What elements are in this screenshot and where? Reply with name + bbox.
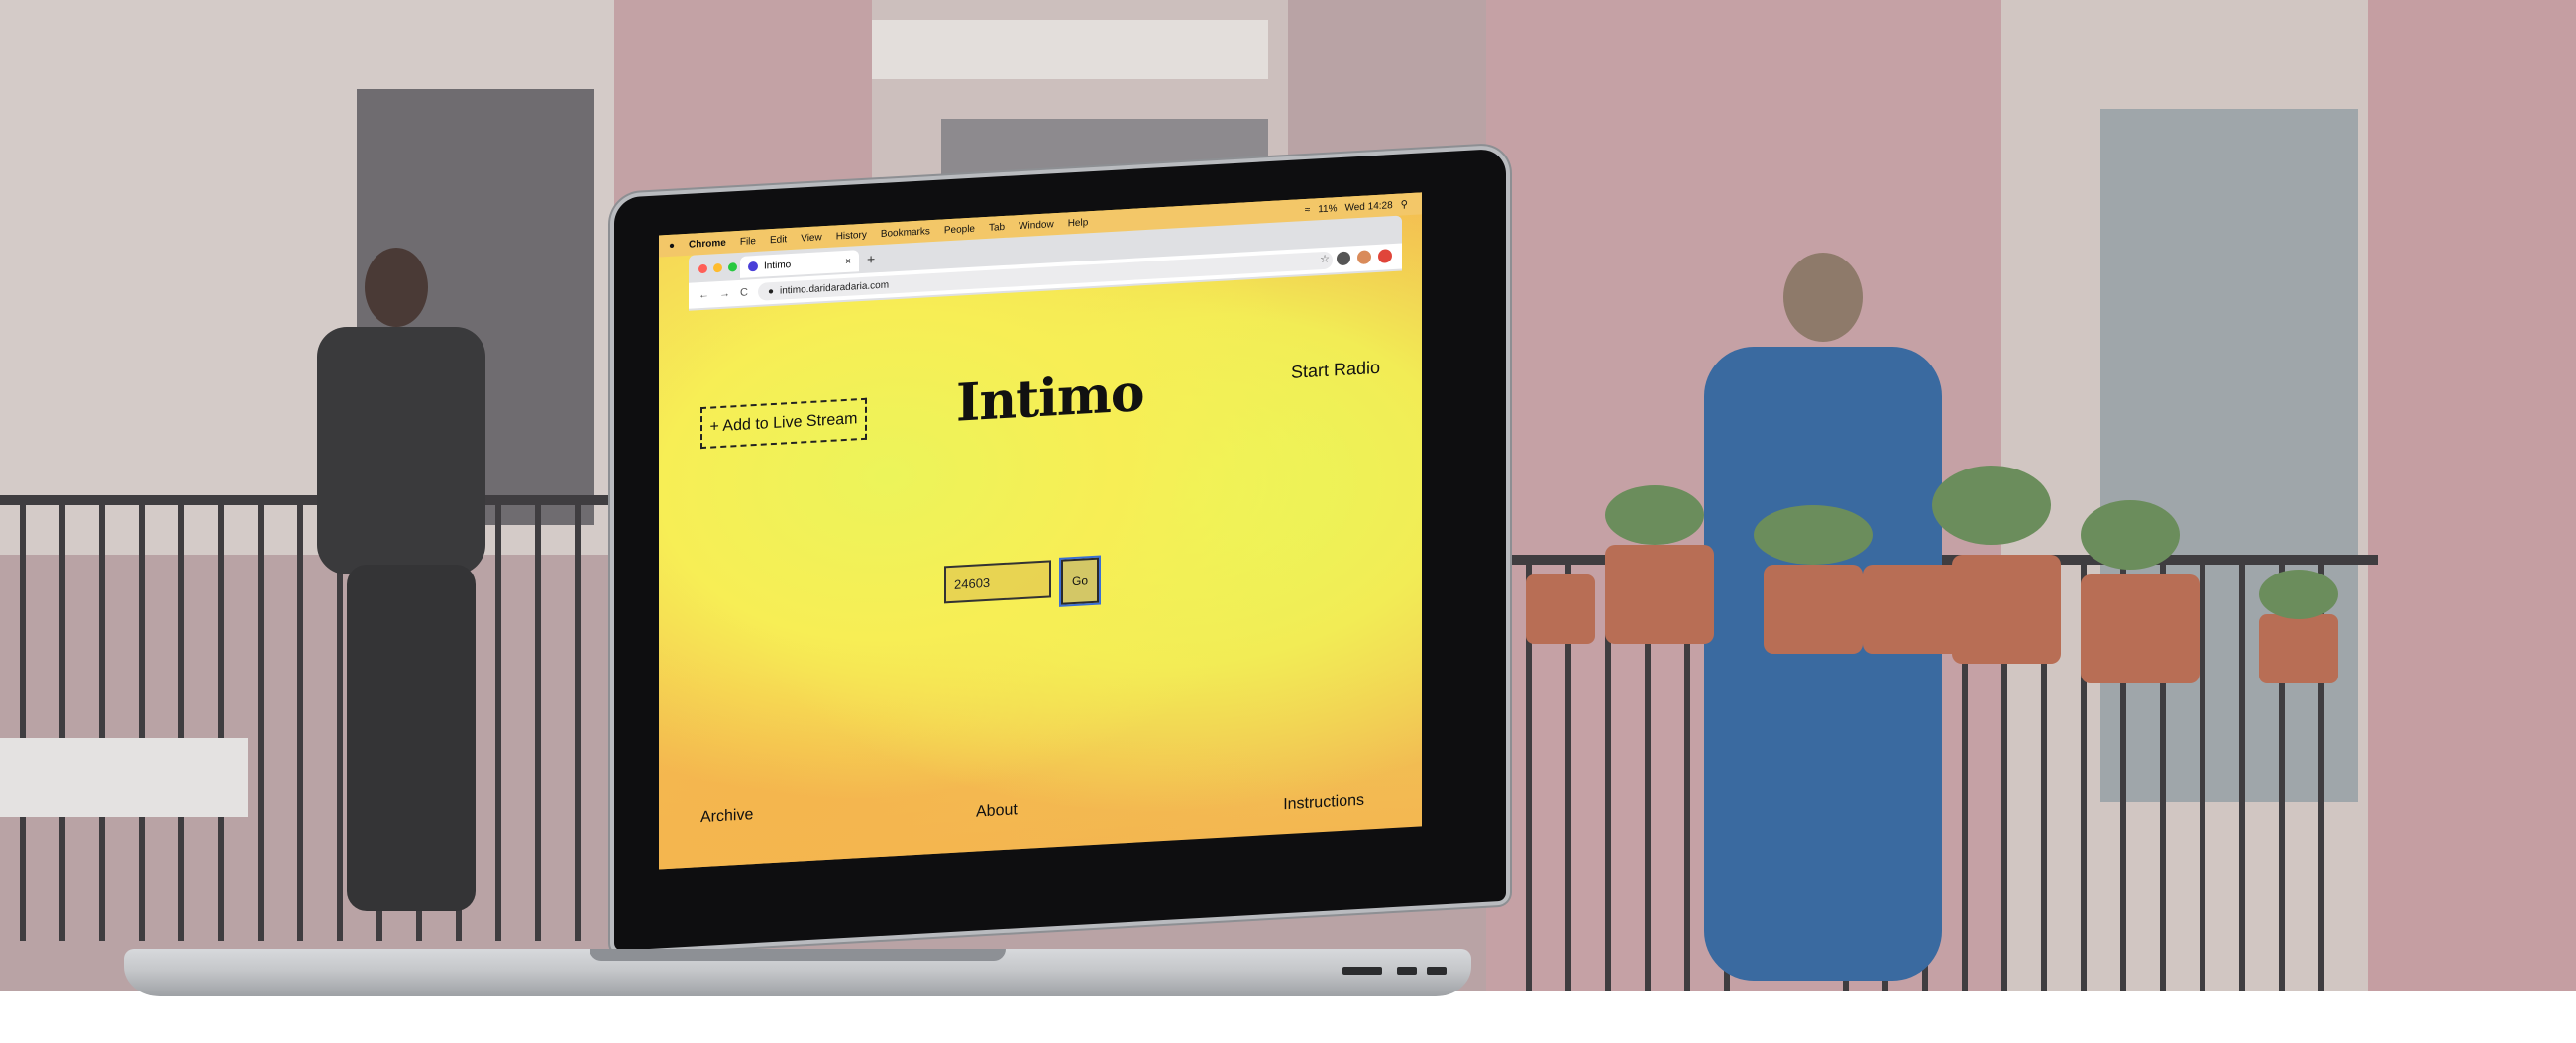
go-button[interactable]: Go	[1059, 555, 1101, 607]
usb-port	[1427, 967, 1447, 975]
extension-icon[interactable]	[1378, 249, 1392, 263]
wifi-icon[interactable]: ≈	[1305, 204, 1311, 215]
menubar-item[interactable]: Help	[1068, 217, 1089, 229]
menubar-item[interactable]: History	[836, 229, 867, 242]
star-icon[interactable]: ☆	[1320, 253, 1330, 267]
battery-text[interactable]: 11%	[1318, 203, 1337, 215]
menubar-item[interactable]: View	[801, 232, 822, 244]
laptop-lid: ● Chrome File Edit View History Bookmark…	[614, 148, 1506, 951]
back-icon[interactable]: ←	[698, 289, 709, 302]
new-tab-button[interactable]: +	[867, 251, 875, 266]
lock-icon: ●	[767, 285, 774, 297]
usb-port	[1342, 967, 1382, 975]
reload-icon[interactable]: C	[740, 286, 748, 298]
extension-area: ☆	[1320, 249, 1392, 266]
instructions-link[interactable]: Instructions	[1283, 792, 1364, 815]
menubar-item[interactable]: Tab	[989, 221, 1005, 233]
window-controls	[698, 262, 737, 274]
close-window-icon[interactable]	[698, 263, 707, 274]
menubar-item[interactable]: File	[740, 236, 756, 248]
apple-icon[interactable]: ●	[669, 240, 675, 251]
menubar-item[interactable]: Edit	[770, 234, 787, 246]
profile-avatar-icon[interactable]	[1357, 250, 1371, 265]
minimize-window-icon[interactable]	[713, 262, 722, 273]
menubar-item[interactable]: Window	[1019, 219, 1054, 232]
laptop-base	[124, 949, 1471, 996]
forward-icon[interactable]: →	[719, 287, 730, 300]
add-live-stream-button[interactable]: + Add to Live Stream	[700, 397, 867, 450]
archive-link[interactable]: Archive	[700, 806, 753, 827]
status-area: ≈ 11% Wed 14:28 ⚲	[1305, 198, 1422, 216]
about-link[interactable]: About	[976, 801, 1018, 821]
menubar-item[interactable]: Chrome	[689, 237, 726, 250]
extension-icon[interactable]	[1337, 251, 1350, 266]
menubar-item[interactable]: People	[944, 223, 975, 236]
start-radio-link[interactable]: Start Radio	[1291, 358, 1380, 383]
laptop-screen: ● Chrome File Edit View History Bookmark…	[659, 192, 1422, 870]
stream-code-input[interactable]	[944, 560, 1051, 604]
tab-close-icon[interactable]: ×	[845, 256, 851, 266]
site-logo[interactable]: Intimo	[956, 363, 1144, 434]
search-icon[interactable]: ⚲	[1401, 199, 1408, 210]
favicon-icon	[748, 261, 758, 272]
clock[interactable]: Wed 14:28	[1344, 200, 1392, 214]
usb-port	[1397, 967, 1417, 975]
tab-title: Intimo	[764, 259, 792, 272]
menubar-item[interactable]: Bookmarks	[881, 226, 930, 240]
url-text: intimo.daridaradaria.com	[780, 279, 890, 297]
intimo-page: + Add to Live Stream Intimo Start Radio …	[689, 271, 1402, 868]
maximize-window-icon[interactable]	[728, 262, 737, 272]
lid-notch	[590, 949, 1006, 961]
